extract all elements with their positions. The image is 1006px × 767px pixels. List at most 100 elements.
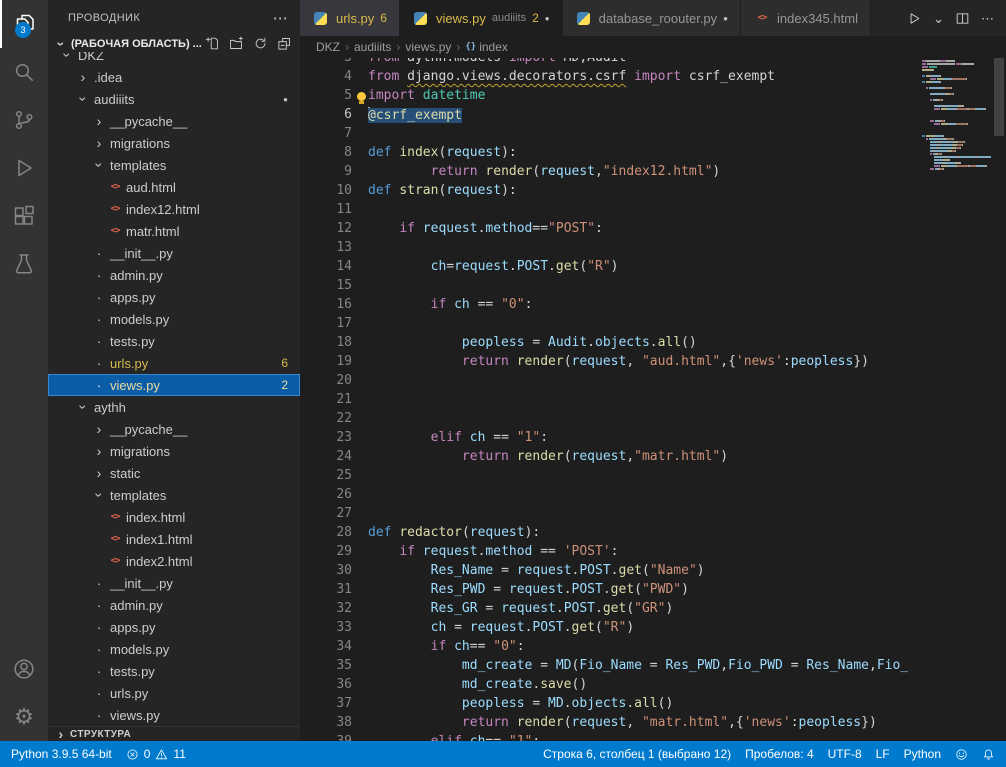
tree-item[interactable]: ›static — [48, 462, 300, 484]
line-number[interactable]: 25 — [300, 468, 352, 487]
tree-item[interactable]: ·tests.py — [48, 330, 300, 352]
code-line[interactable]: 7 — [300, 126, 1006, 145]
code-line[interactable]: 13 — [300, 240, 1006, 259]
tree-item[interactable]: ·apps.py — [48, 616, 300, 638]
tree-item[interactable]: ›.idea — [48, 66, 300, 88]
activity-item-run-debug[interactable] — [0, 144, 48, 192]
more-actions-icon[interactable]: ⋯ — [273, 9, 288, 27]
line-number[interactable]: 29 — [300, 544, 352, 563]
code-line[interactable]: 20 — [300, 373, 1006, 392]
code-line[interactable]: 25 — [300, 468, 1006, 487]
code-line[interactable]: 36 md_create.save() — [300, 677, 1006, 696]
status-feedback[interactable] — [948, 741, 975, 767]
activity-item-testing[interactable] — [0, 240, 48, 288]
line-number[interactable]: 13 — [300, 240, 352, 259]
line-number[interactable]: 32 — [300, 601, 352, 620]
workspace-section-header[interactable]: › (РАБОЧАЯ ОБЛАСТЬ) ... — [48, 35, 300, 52]
code-line[interactable]: 35 md_create = MD(Fio_Name = Res_PWD,Fio… — [300, 658, 1006, 677]
code-line[interactable]: 31 Res_PWD = request.POST.get("PWD") — [300, 582, 1006, 601]
tree-item[interactable]: ·admin.py — [48, 264, 300, 286]
line-number[interactable]: 15 — [300, 278, 352, 297]
code-line[interactable]: 14 ch=request.POST.get("R") — [300, 259, 1006, 278]
tree-item[interactable]: ·models.py — [48, 308, 300, 330]
code-line[interactable]: 12 if request.method=="POST": — [300, 221, 1006, 240]
code-line[interactable]: 21 — [300, 392, 1006, 411]
tree-item[interactable]: ·__init__.py — [48, 572, 300, 594]
activity-item-settings[interactable]: ⚙ — [0, 693, 48, 741]
tree-item[interactable]: ›templates — [48, 154, 300, 176]
line-number[interactable]: 37 — [300, 696, 352, 715]
line-number[interactable]: 20 — [300, 373, 352, 392]
activity-item-search[interactable] — [0, 48, 48, 96]
status-cursor-position[interactable]: Строка 6, столбец 1 (выбрано 12) — [536, 741, 738, 767]
breadcrumb-item[interactable]: audiiits — [354, 40, 391, 54]
code-line[interactable]: 19 return render(request, "aud.html",{'n… — [300, 354, 1006, 373]
line-number[interactable]: 27 — [300, 506, 352, 525]
tree-item[interactable]: ›__pycache__ — [48, 110, 300, 132]
line-number[interactable]: 3 — [300, 58, 352, 69]
line-number[interactable]: 18 — [300, 335, 352, 354]
line-number[interactable]: 14 — [300, 259, 352, 278]
tree-item[interactable]: ›migrations — [48, 132, 300, 154]
status-problems[interactable]: 011 — [119, 741, 193, 767]
tab-views.py[interactable]: views.pyaudiiits2● — [400, 0, 563, 36]
tree-item[interactable]: <>matr.html — [48, 220, 300, 242]
tree-item[interactable]: ›aythh — [48, 396, 300, 418]
tree-item[interactable]: ·urls.py6 — [48, 352, 300, 374]
tree-item[interactable]: <>index.html — [48, 506, 300, 528]
refresh-button[interactable] — [253, 36, 268, 51]
split-editor-button[interactable] — [955, 11, 970, 26]
code-line[interactable]: 16 if ch == "0": — [300, 297, 1006, 316]
code-line[interactable]: 5import datetime — [300, 88, 1006, 107]
status-notifications[interactable] — [975, 741, 1002, 767]
code-line[interactable]: 10def stran(request): — [300, 183, 1006, 202]
line-number[interactable]: 10 — [300, 183, 352, 202]
tab-index345.html[interactable]: <>index345.html — [741, 0, 871, 36]
line-number[interactable]: 36 — [300, 677, 352, 696]
code-line[interactable]: 17 — [300, 316, 1006, 335]
code-line[interactable]: 33 ch = request.POST.get("R") — [300, 620, 1006, 639]
scrollbar-thumb[interactable] — [994, 58, 1004, 136]
line-number[interactable]: 31 — [300, 582, 352, 601]
tree-item[interactable]: ·__init__.py — [48, 242, 300, 264]
code-line[interactable]: 6@csrf_exempt — [300, 107, 1006, 126]
line-number[interactable]: 35 — [300, 658, 352, 677]
tab-urls.py[interactable]: urls.py6 — [300, 0, 400, 36]
tree-item[interactable]: <>aud.html — [48, 176, 300, 198]
tree-item[interactable]: ·views.py — [48, 704, 300, 726]
breadcrumb-item[interactable]: DKZ — [316, 40, 340, 54]
tree-item[interactable]: ·models.py — [48, 638, 300, 660]
code-line[interactable]: 15 — [300, 278, 1006, 297]
code-line[interactable]: 38 return render(request, "matr.html",{'… — [300, 715, 1006, 734]
code-line[interactable]: 8def index(request): — [300, 145, 1006, 164]
tree-item[interactable]: ·urls.py — [48, 682, 300, 704]
status-encoding[interactable]: UTF-8 — [821, 741, 869, 767]
collapse-all-button[interactable] — [277, 36, 292, 51]
code-line[interactable]: 9 return render(request,"index12.html") — [300, 164, 1006, 183]
new-file-button[interactable] — [205, 36, 220, 51]
line-number[interactable]: 16 — [300, 297, 352, 316]
new-folder-button[interactable] — [229, 36, 244, 51]
line-number[interactable]: 22 — [300, 411, 352, 430]
activity-item-account[interactable] — [0, 645, 48, 693]
tree-item[interactable]: ›DKZ — [48, 52, 300, 66]
code-line[interactable]: 27 — [300, 506, 1006, 525]
code-editor[interactable]: 3from aythh.models import MD,Audit4from … — [300, 58, 1006, 741]
line-number[interactable]: 23 — [300, 430, 352, 449]
tree-item[interactable]: <>index2.html — [48, 550, 300, 572]
outline-section-header[interactable]: › СТРУКТУРА — [48, 726, 300, 741]
status-python-interpreter[interactable]: Python 3.9.5 64-bit — [4, 741, 119, 767]
status-eol[interactable]: LF — [869, 741, 897, 767]
code-line[interactable]: 34 if ch== "0": — [300, 639, 1006, 658]
line-number[interactable]: 5 — [300, 88, 352, 107]
line-number[interactable]: 12 — [300, 221, 352, 240]
line-number[interactable]: 38 — [300, 715, 352, 734]
code-line[interactable]: 26 — [300, 487, 1006, 506]
breadcrumb-item[interactable]: views.py — [405, 40, 451, 54]
tab-database_roouter.py[interactable]: database_roouter.py● — [563, 0, 741, 36]
code-line[interactable]: 29 if request.method == 'POST': — [300, 544, 1006, 563]
tree-item[interactable]: ·admin.py — [48, 594, 300, 616]
line-number[interactable]: 9 — [300, 164, 352, 183]
code-line[interactable]: 28def redactor(request): — [300, 525, 1006, 544]
line-number[interactable]: 7 — [300, 126, 352, 145]
